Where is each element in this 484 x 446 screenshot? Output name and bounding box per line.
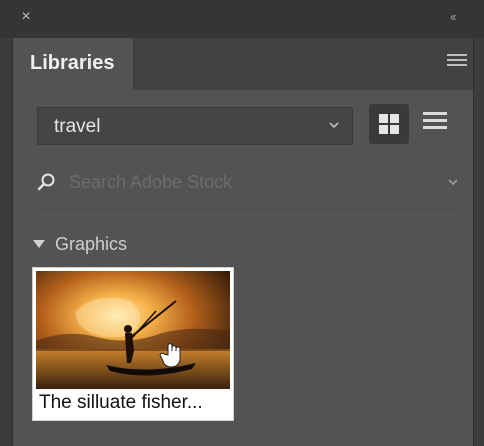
sunset-fisherman-image xyxy=(36,271,230,389)
divider xyxy=(37,209,461,210)
graphic-thumbnail xyxy=(36,271,230,389)
panel-tab-bar: Libraries xyxy=(13,38,473,90)
list-view-icon xyxy=(423,112,447,129)
collapse-panel-icon[interactable]: ‹‹ xyxy=(450,10,468,24)
search-input[interactable] xyxy=(67,167,431,197)
panel-menu-icon[interactable] xyxy=(447,54,467,70)
graphic-item-card[interactable]: The silluate fisher... xyxy=(32,267,234,421)
library-select[interactable]: travel xyxy=(37,107,353,145)
stock-search xyxy=(37,164,461,198)
search-icon xyxy=(37,173,55,191)
list-view-button[interactable] xyxy=(423,112,447,136)
group-title: Graphics xyxy=(55,234,128,254)
grid-view-button[interactable] xyxy=(369,104,409,144)
disclosure-triangle-icon xyxy=(33,240,45,248)
search-options-chevron-icon[interactable] xyxy=(447,176,459,188)
tab-libraries[interactable]: Libraries xyxy=(13,38,134,90)
chevron-down-icon xyxy=(329,122,339,129)
graphic-caption: The silluate fisher... xyxy=(39,392,203,413)
libraries-panel: Libraries travel Search Adobe Stock Grap… xyxy=(12,38,474,446)
tab-libraries-label: Libraries xyxy=(30,52,115,74)
window-chrome: × ‹‹ xyxy=(0,0,484,38)
close-icon[interactable]: × xyxy=(19,9,33,25)
library-select-value: travel xyxy=(54,116,101,137)
